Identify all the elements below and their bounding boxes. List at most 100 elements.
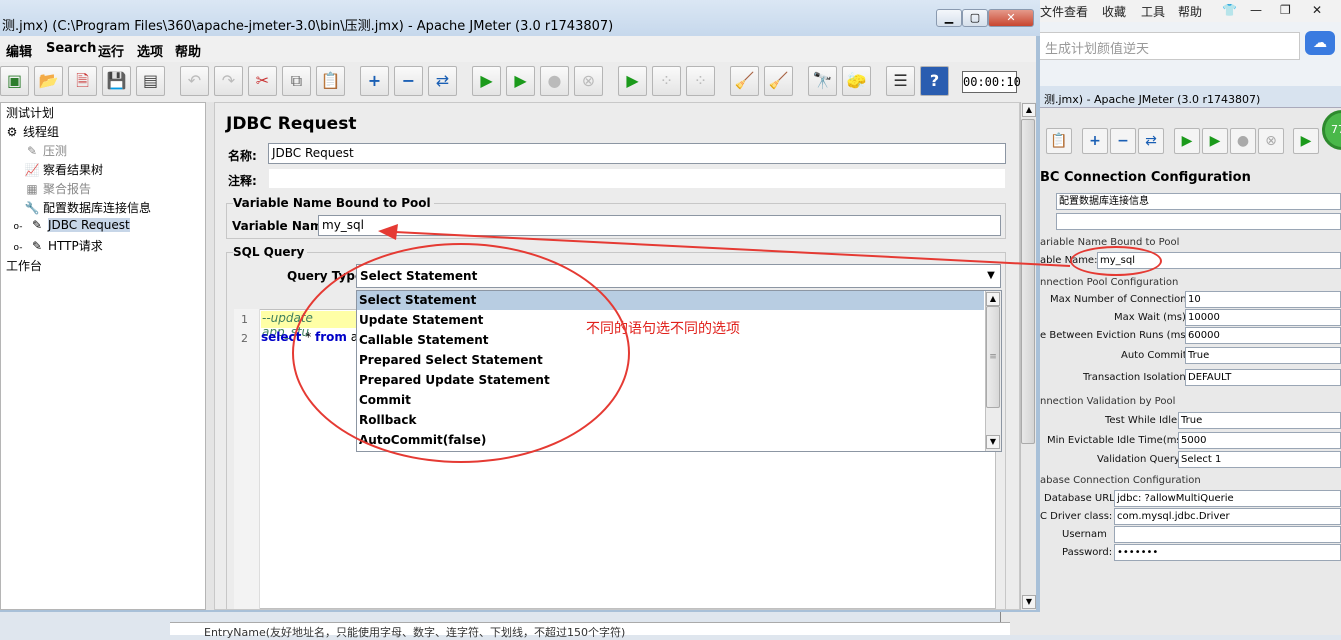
name-field[interactable]: JDBC Request xyxy=(268,143,1006,164)
restore-icon[interactable]: ❐ xyxy=(1280,3,1291,17)
bg-isolation-label: Transaction Isolation: xyxy=(1083,372,1190,383)
tree-item-aggregate-report[interactable]: ▦ 聚合报告 xyxy=(24,180,91,197)
remote-shutdown-icon[interactable]: ⁘ xyxy=(686,66,715,96)
bg-driver-field[interactable]: com.mysql.jdbc.Driver xyxy=(1114,508,1341,525)
scroll-thumb[interactable] xyxy=(1021,119,1035,444)
open-icon[interactable]: 📂 xyxy=(34,66,63,96)
menu-search[interactable]: Search xyxy=(46,41,96,56)
minimize-icon[interactable]: — xyxy=(1250,3,1262,17)
expand-all-icon[interactable]: + xyxy=(360,66,389,96)
clear-icon[interactable]: 🧹 xyxy=(730,66,759,96)
bg-username-field[interactable] xyxy=(1114,526,1341,543)
bg-menu-tools[interactable]: 工具 xyxy=(1141,3,1165,20)
bg-toggle-icon[interactable]: ⇄ xyxy=(1138,128,1164,154)
split-pane-divider[interactable] xyxy=(206,102,214,610)
report-icon: ▦ xyxy=(26,182,38,196)
chevron-down-icon[interactable]: ▼ xyxy=(982,265,1000,287)
bg-validation-query-field[interactable]: Select 1 xyxy=(1178,451,1341,468)
remote-stop-icon[interactable]: ⁘ xyxy=(652,66,681,96)
bg-menu-file[interactable]: 文件 xyxy=(1040,3,1064,20)
name-label: 名称: xyxy=(228,149,257,163)
function-helper-icon[interactable]: ☰ xyxy=(886,66,915,96)
undo-icon[interactable]: ↶ xyxy=(180,66,209,96)
bg-db-url-field[interactable]: jdbc: ?allowMultiQuerie xyxy=(1114,490,1341,507)
stop-icon[interactable]: ● xyxy=(540,66,569,96)
bg-remote-start-icon[interactable]: ▶ xyxy=(1293,128,1319,154)
bg-shutdown-icon[interactable]: ⊗ xyxy=(1258,128,1284,154)
annotation-ellipse-small xyxy=(1070,246,1162,276)
bg-eviction-field[interactable]: 60000 xyxy=(1185,327,1341,344)
tree-item-workbench[interactable]: 工作台 xyxy=(6,257,42,274)
redo-icon[interactable]: ↷ xyxy=(214,66,243,96)
bg-max-wait-field[interactable]: 10000 xyxy=(1185,309,1341,326)
shutdown-icon[interactable]: ⊗ xyxy=(574,66,603,96)
tree-item-db-config[interactable]: 🔧 配置数据库连接信息 xyxy=(24,199,152,216)
bg-test-idle-field[interactable]: True xyxy=(1178,412,1341,429)
dropdown-scroll-up-icon[interactable]: ▲ xyxy=(986,292,1000,306)
bg-autocommit-field[interactable]: True xyxy=(1185,347,1341,364)
scroll-up-icon[interactable]: ▲ xyxy=(1022,103,1036,117)
shirt-icon[interactable]: 👕 xyxy=(1222,3,1237,17)
help-icon[interactable]: ? xyxy=(920,66,949,96)
collapse-all-icon[interactable]: − xyxy=(394,66,423,96)
bg-start-icon[interactable]: ▶ xyxy=(1174,128,1200,154)
sql-query-group-label: SQL Query xyxy=(233,245,308,259)
close-button[interactable]: ✕ xyxy=(988,9,1034,27)
bg-search-box[interactable]: 生成计划颜值逆天 xyxy=(1000,32,1300,60)
bg-isolation-field[interactable]: DEFAULT xyxy=(1185,369,1341,386)
start-no-pause-icon[interactable]: ▶ xyxy=(506,66,535,96)
bg-clipboard-icon[interactable]: 📋 xyxy=(1046,128,1072,154)
minimize-button[interactable]: ▁ xyxy=(936,9,962,27)
tree-item-jdbc-request[interactable]: o- ✎ JDBC Request xyxy=(10,218,130,232)
bg-autocommit-label: Auto Commit: xyxy=(1121,350,1191,361)
search-icon[interactable]: 🔭 xyxy=(808,66,837,96)
close-icon[interactable]: ✕ xyxy=(1312,3,1322,17)
tree-item-test-plan[interactable]: 测试计划 xyxy=(6,104,54,121)
tree-item-http-request[interactable]: o- ✎ HTTP请求 xyxy=(10,237,103,254)
start-icon[interactable]: ▶ xyxy=(472,66,501,96)
tree-item-results-tree[interactable]: 📈 察看结果树 xyxy=(24,161,104,178)
save-icon[interactable]: 💾 xyxy=(102,66,131,96)
remote-start-icon[interactable]: ▶ xyxy=(618,66,647,96)
bg-password-field[interactable]: ••••••• xyxy=(1114,544,1341,561)
toggle-icon[interactable]: ⇄ xyxy=(428,66,457,96)
templates-icon[interactable]: ▣ xyxy=(0,66,29,96)
dropdown-scroll-thumb[interactable]: ≡ xyxy=(986,306,1000,408)
bg-validation-query-label: Validation Query: xyxy=(1097,454,1183,465)
bg-remove-icon[interactable]: − xyxy=(1110,128,1136,154)
menu-help[interactable]: 帮助 xyxy=(175,41,201,60)
bg-menu-help[interactable]: 帮助 xyxy=(1178,3,1202,20)
bg-validation-section: nnection Validation by Pool xyxy=(1040,396,1176,407)
bg-menu-view[interactable]: 查看 xyxy=(1064,3,1088,20)
dropdown-scroll-down-icon[interactable]: ▼ xyxy=(986,435,1000,449)
comment-field[interactable] xyxy=(268,168,1006,189)
expand-handle-icon[interactable]: o- xyxy=(10,243,26,253)
copy-icon[interactable]: ⧉ xyxy=(282,66,311,96)
tree-item-thread-group[interactable]: ⚙ 线程组 xyxy=(4,123,59,140)
save-screenshot-icon[interactable]: ▤ xyxy=(136,66,165,96)
bg-menu-favorites[interactable]: 收藏 xyxy=(1102,3,1126,20)
pool-group-label: Variable Name Bound to Pool xyxy=(233,196,434,210)
bg-max-conn-field[interactable]: 10 xyxy=(1185,291,1341,308)
menu-options[interactable]: 选项 xyxy=(137,41,163,60)
tree-item-stress[interactable]: ✎ 压测 xyxy=(24,142,67,159)
bg-comment-field[interactable] xyxy=(1056,213,1341,230)
maximize-button[interactable]: ▢ xyxy=(962,9,988,27)
bg-start-no-pause-icon[interactable]: ▶ xyxy=(1202,128,1228,154)
bg-name-field[interactable]: 配置数据库连接信息 xyxy=(1056,193,1341,210)
bg-db-section: abase Connection Configuration xyxy=(1040,475,1201,486)
menu-run[interactable]: 运行 xyxy=(98,41,124,60)
bg-stop-icon[interactable]: ● xyxy=(1230,128,1256,154)
reset-search-icon[interactable]: 🧽 xyxy=(842,66,871,96)
variable-name-field[interactable]: my_sql xyxy=(318,215,1001,236)
scroll-down-icon[interactable]: ▼ xyxy=(1022,595,1036,609)
bg-add-icon[interactable]: + xyxy=(1082,128,1108,154)
bg-min-evict-field[interactable]: 5000 xyxy=(1178,432,1341,449)
expand-handle-icon[interactable]: o- xyxy=(10,222,26,232)
clear-all-icon[interactable]: 🧹 xyxy=(764,66,793,96)
menu-edit[interactable]: 编辑 xyxy=(6,41,32,60)
close-file-icon[interactable]: 🗎 xyxy=(68,66,97,96)
paste-icon[interactable]: 📋 xyxy=(316,66,345,96)
cut-icon[interactable]: ✂ xyxy=(248,66,277,96)
cloud-icon[interactable]: ☁ xyxy=(1305,31,1335,55)
